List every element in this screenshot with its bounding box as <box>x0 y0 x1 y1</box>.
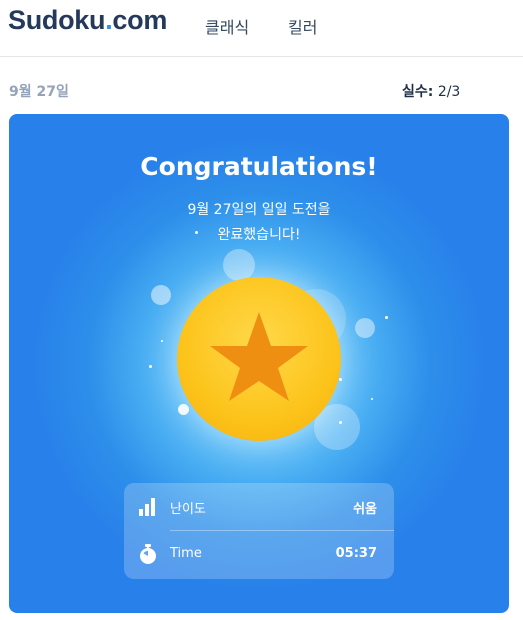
decor-sparkle <box>149 365 152 368</box>
decor-sparkle <box>339 378 342 381</box>
challenge-date: 9월 27일 <box>9 84 69 100</box>
decor-bubble <box>178 404 189 415</box>
decor-sparkle <box>371 398 373 400</box>
mistakes-label: 실수: <box>402 84 434 100</box>
difficulty-label: 난이도 <box>170 502 206 517</box>
stopwatch-icon <box>140 544 156 564</box>
difficulty-value: 쉬움 <box>353 502 377 517</box>
completion-message-line2: 완료했습니다! <box>217 227 301 243</box>
mistakes-counter: 실수: 2/3 <box>402 81 460 101</box>
decor-sparkle <box>339 421 342 424</box>
star-icon <box>210 312 308 401</box>
decor-bubble <box>223 249 255 281</box>
decor-sparkle <box>385 316 388 319</box>
logo-main-text: Sudoku <box>8 5 106 35</box>
nav-classic[interactable]: 클래식 <box>205 14 249 38</box>
stat-row-time: Time 05:37 <box>124 531 394 579</box>
decor-sparkle <box>195 231 198 234</box>
decor-sparkle <box>161 340 163 342</box>
logo-tld-text: com <box>112 5 168 35</box>
congratulations-title: Congratulations! <box>140 152 378 181</box>
stat-row-difficulty: 난이도 쉬움 <box>124 483 394 531</box>
completion-message-line1: 9월 27일의 일일 도전을 <box>187 202 331 218</box>
mistakes-value: 2/3 <box>437 84 461 100</box>
time-value: 05:37 <box>335 546 377 561</box>
stats-panel: 난이도 쉬움 Time 05:37 <box>124 483 394 579</box>
nav-killer[interactable]: 킬러 <box>288 14 317 38</box>
congratulations-card: Congratulations! 9월 27일의 일일 도전을 완료했습니다! … <box>9 114 509 613</box>
decor-bubble <box>151 285 171 305</box>
time-label: Time <box>170 546 202 561</box>
gold-medal <box>177 277 341 441</box>
top-header: Sudoku.com 클래식 킬러 <box>0 0 523 57</box>
sudoku-logo[interactable]: Sudoku.com <box>8 5 167 36</box>
bar-chart-icon <box>139 498 155 516</box>
decor-bubble <box>355 318 375 338</box>
